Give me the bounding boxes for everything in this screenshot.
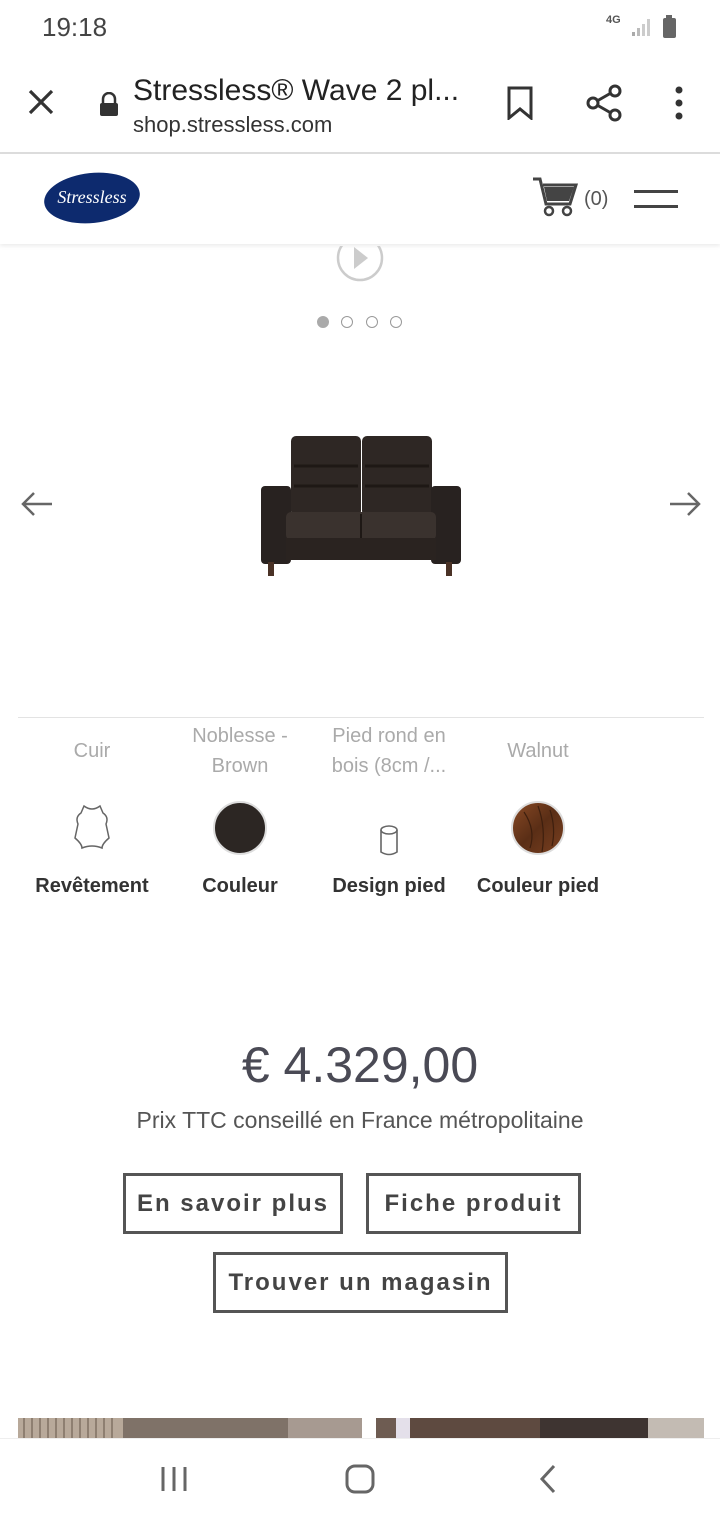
- network-type: 4G: [606, 14, 621, 26]
- option-label-leg-design[interactable]: Design pied: [309, 875, 469, 898]
- bookmark-icon[interactable]: [506, 86, 534, 120]
- signal-icon: [632, 19, 650, 36]
- option-value-color-line2: Brown: [211, 755, 269, 777]
- round-leg-icon[interactable]: [378, 824, 400, 858]
- back-icon[interactable]: [536, 1463, 560, 1495]
- option-value-color-line1: Noblesse -: [192, 725, 288, 747]
- page-url[interactable]: shop.stressless.com: [133, 112, 332, 138]
- product-price: € 4.329,00: [241, 1037, 479, 1093]
- option-value-leg-design: Pied rond en bois (8cm /...: [314, 721, 464, 781]
- option-label-upholstery[interactable]: Revêtement: [12, 875, 172, 898]
- carousel-dot-3[interactable]: [366, 316, 378, 328]
- product-sheet-button[interactable]: Fiche produit: [366, 1173, 581, 1234]
- option-value-leg-line1: Pied rond en: [332, 725, 446, 747]
- find-store-button[interactable]: Trouver un magasin: [213, 1252, 508, 1313]
- lifestyle-photos-strip: [18, 1418, 704, 1440]
- more-options-icon[interactable]: [674, 86, 684, 120]
- browser-toolbar: Stressless® Wave 2 pl... shop.stressless…: [0, 56, 720, 154]
- play-video-icon[interactable]: [334, 246, 386, 282]
- battery-icon: [663, 15, 676, 38]
- price-note: Prix TTC conseillé en France métropolita…: [136, 1107, 584, 1133]
- share-icon[interactable]: [586, 84, 622, 122]
- option-value-leg-line2: bois (8cm /...: [331, 755, 447, 777]
- status-time: 19:18: [42, 12, 108, 42]
- option-value-upholstery: Cuir: [73, 740, 111, 762]
- carousel-prev-arrow[interactable]: [20, 490, 54, 518]
- option-value-leg-color: Walnut: [507, 740, 569, 762]
- status-bar: 19:18 4G: [0, 0, 720, 56]
- option-label-leg-color[interactable]: Couleur pied: [458, 875, 618, 898]
- learn-more-button[interactable]: En savoir plus: [123, 1173, 343, 1234]
- recent-apps-icon[interactable]: [160, 1465, 188, 1493]
- option-label-color[interactable]: Couleur: [160, 875, 320, 898]
- carousel-dot-1[interactable]: [317, 316, 329, 328]
- color-swatch-brown[interactable]: [212, 800, 268, 856]
- lock-icon: [100, 92, 118, 116]
- option-value-color: Noblesse - Brown: [165, 721, 315, 781]
- page-title: Stressless® Wave 2 pl...: [133, 74, 460, 107]
- leather-icon[interactable]: [72, 804, 112, 850]
- product-image-sofa: [261, 436, 461, 576]
- svg-text:Stressless: Stressless: [57, 187, 126, 207]
- close-icon[interactable]: [26, 87, 56, 117]
- system-nav-bar: [0, 1438, 720, 1521]
- cart-count[interactable]: (0): [584, 188, 608, 211]
- site-header: Stressless (0): [0, 154, 720, 244]
- stressless-logo[interactable]: Stressless: [42, 170, 142, 226]
- cart-icon[interactable]: [532, 176, 578, 218]
- divider: [18, 717, 704, 718]
- walnut-swatch[interactable]: [510, 800, 566, 856]
- carousel-next-arrow[interactable]: [668, 490, 702, 518]
- lifestyle-photo-thumbnails: [18, 1418, 704, 1440]
- carousel-dot-4[interactable]: [390, 316, 402, 328]
- carousel-dot-2[interactable]: [341, 316, 353, 328]
- menu-icon[interactable]: [634, 188, 678, 210]
- home-icon[interactable]: [344, 1463, 376, 1495]
